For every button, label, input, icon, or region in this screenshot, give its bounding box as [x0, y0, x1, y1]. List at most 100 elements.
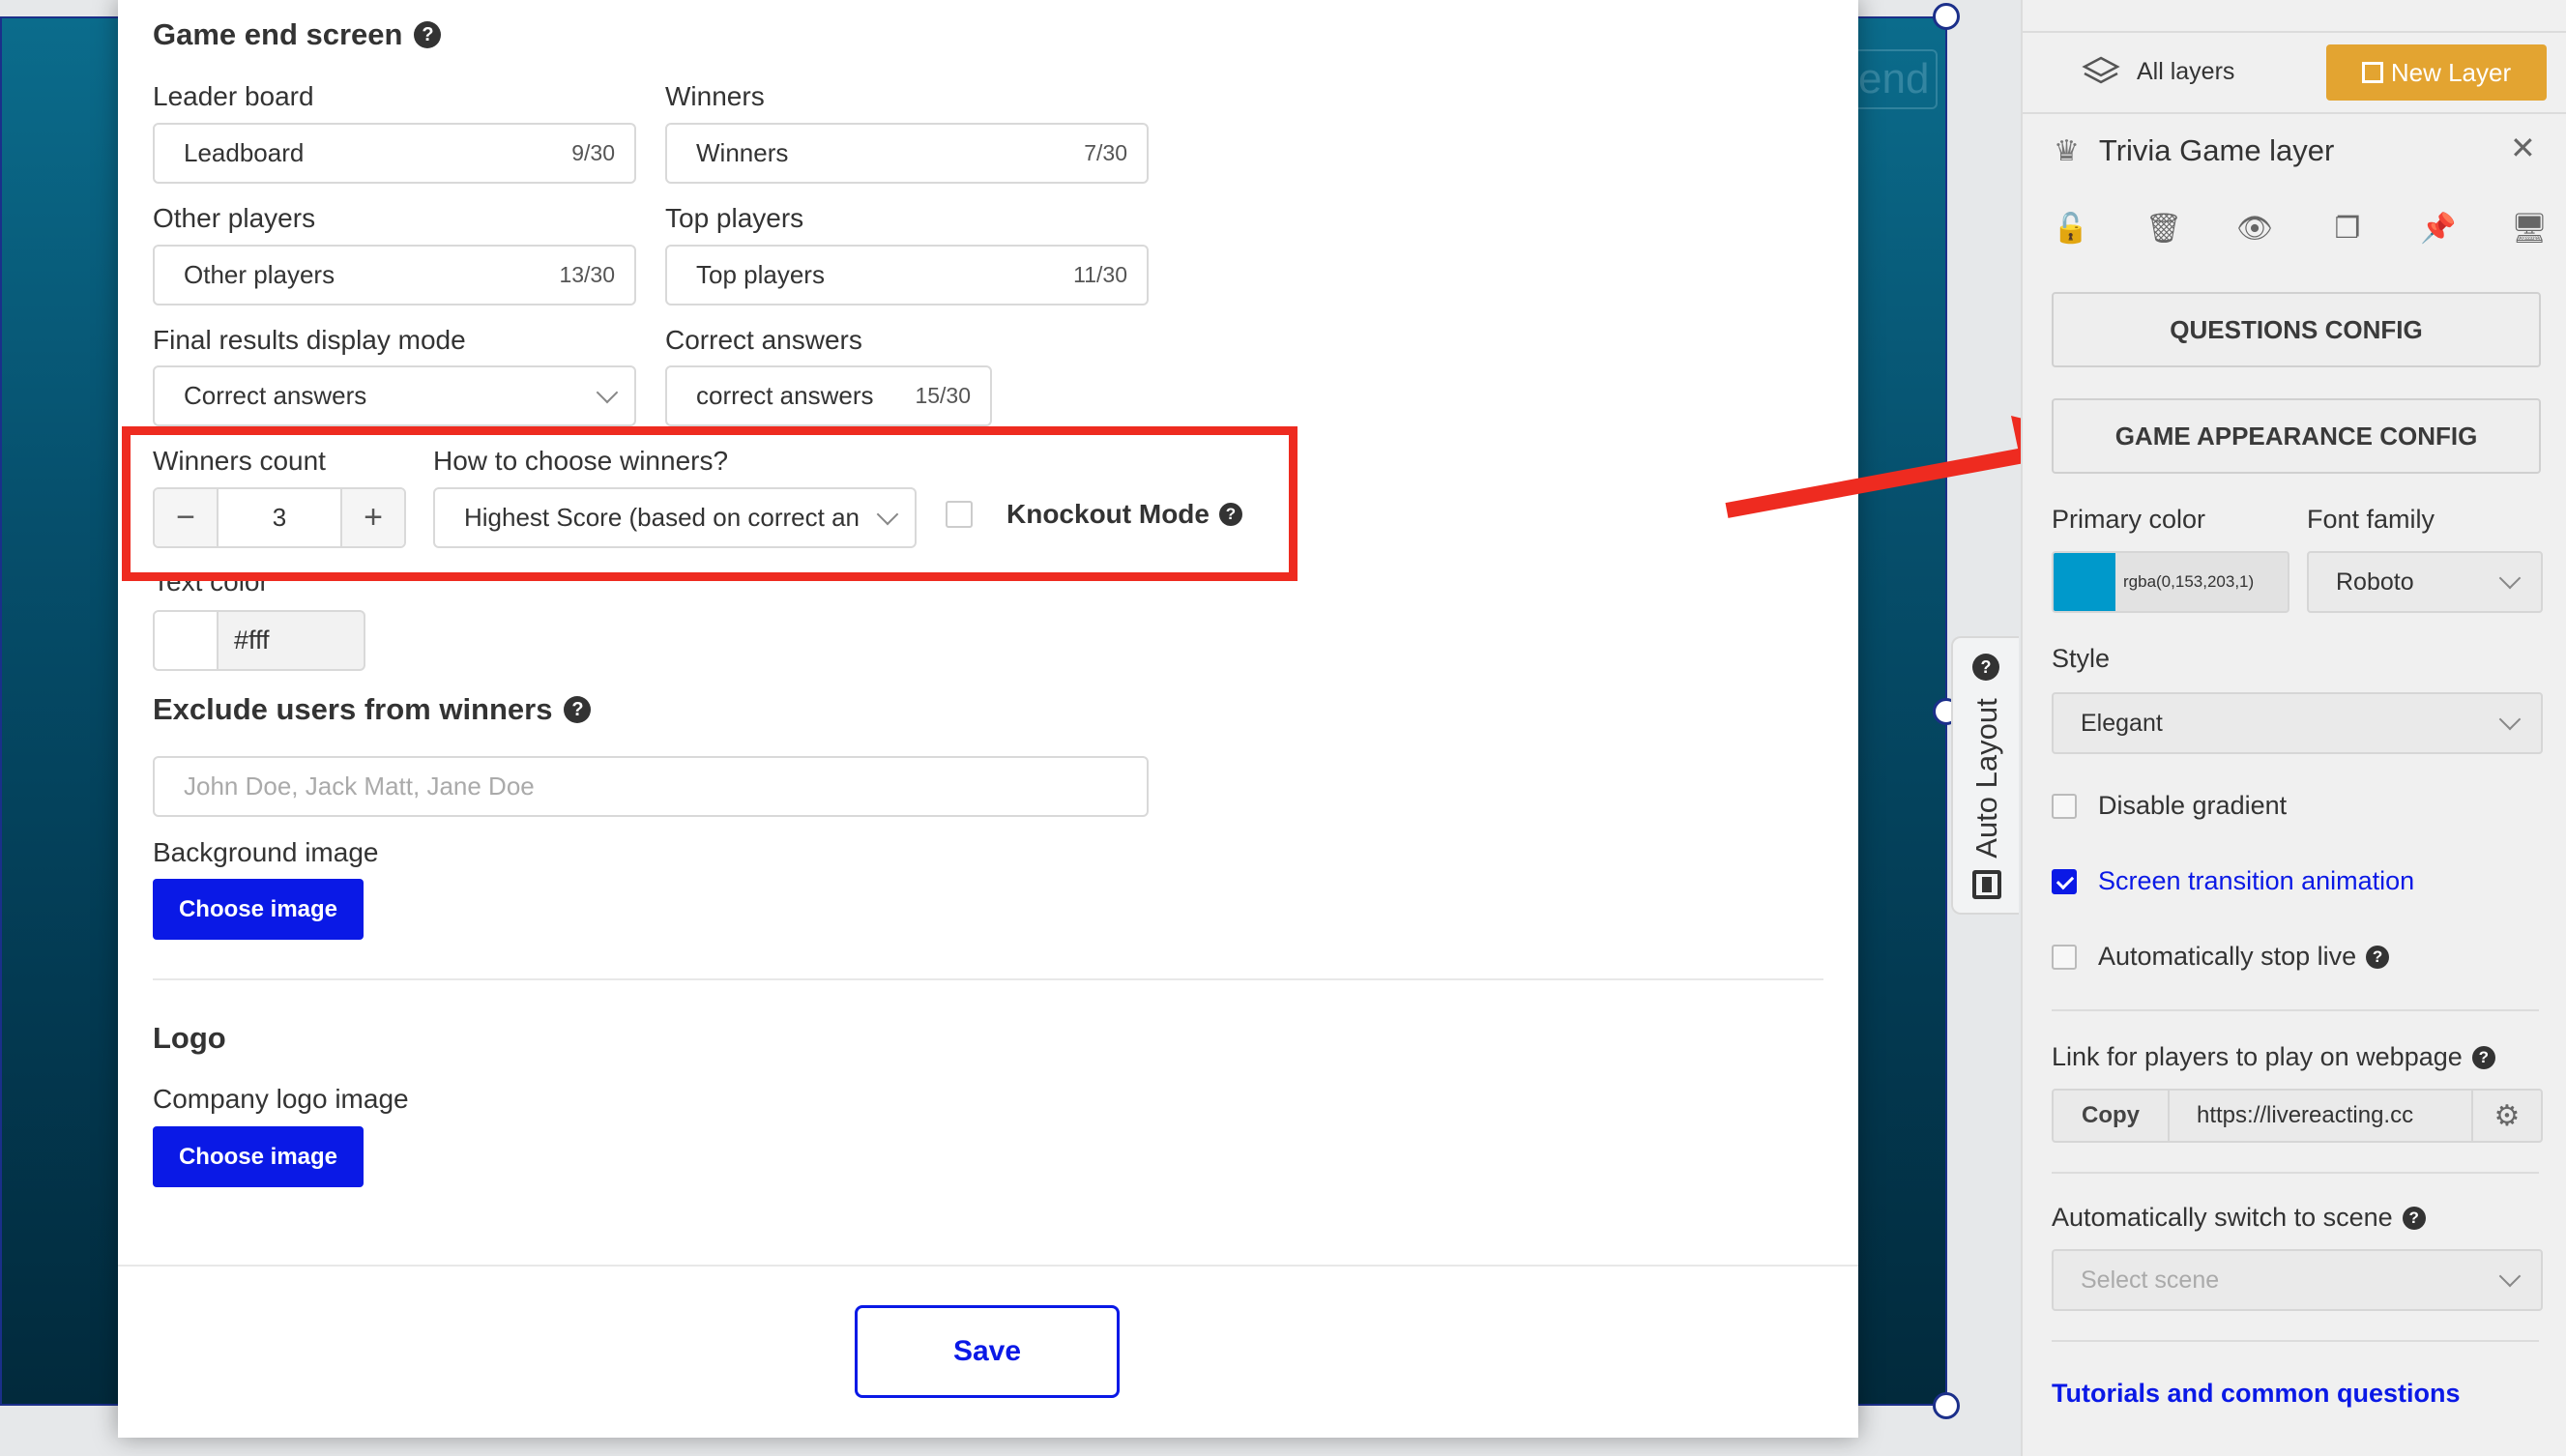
exclude-title-wrap: Exclude users from winners ?	[153, 692, 592, 727]
game-appearance-config-button[interactable]: GAME APPEARANCE CONFIG	[2052, 398, 2541, 474]
chevron-down-icon	[2498, 708, 2522, 731]
layer-header: ♛ Trivia Game layer	[2054, 130, 2334, 172]
screen-transition-option[interactable]: Screen transition animation	[2052, 866, 2414, 896]
section-title: Game end screen	[153, 17, 403, 51]
panel-divider	[2023, 112, 2566, 114]
layer-settings-panel: All layers New Layer ♛ Trivia Game layer…	[2021, 0, 2566, 1456]
logo-title-wrap: Logo	[153, 1021, 226, 1056]
panel-divider	[2052, 1340, 2539, 1342]
copy-icon[interactable]: ❐	[2330, 211, 2365, 246]
company-logo-label: Company logo image	[153, 1084, 409, 1114]
chevron-down-icon	[2498, 567, 2522, 590]
leaderboard-label: Leader board	[153, 81, 314, 111]
layers-icon	[2082, 56, 2120, 84]
new-layer-button[interactable]: New Layer	[2326, 44, 2547, 101]
winners-input[interactable]: Winners 7/30	[665, 123, 1149, 184]
help-icon[interactable]: ?	[2366, 945, 2390, 969]
eye-icon[interactable]: 👁	[2236, 211, 2273, 246]
copy-link-button[interactable]: Copy	[2054, 1091, 2170, 1141]
style-value: Elegant	[2081, 709, 2163, 737]
other-players-input[interactable]: Other players 13/30	[153, 245, 636, 306]
help-icon[interactable]: ?	[564, 696, 592, 723]
primary-color-value: rgba(0,153,203,1)	[2123, 572, 2255, 591]
canvas-text-element[interactable]: end	[1849, 49, 1938, 109]
disable-gradient-checkbox[interactable]	[2052, 793, 2077, 819]
correct-answers-label: Correct answers	[665, 325, 862, 355]
divider	[153, 978, 1823, 980]
scene-select[interactable]: Select scene	[2052, 1249, 2543, 1311]
exclude-users-input[interactable]: John Doe, Jack Matt, Jane Doe	[153, 756, 1149, 817]
footer-divider	[118, 1265, 1858, 1267]
leaderboard-input[interactable]: Leadboard 9/30	[153, 123, 636, 184]
disable-gradient-label: Disable gradient	[2098, 791, 2288, 820]
auto-layout-tab[interactable]: Auto Layout ?	[1951, 636, 2019, 915]
background-image-label: Background image	[153, 837, 379, 867]
all-layers-tab[interactable]: All layers	[2081, 43, 2234, 101]
player-link-label: Link for players to play on webpage	[2052, 1042, 2463, 1071]
help-icon[interactable]: ?	[2471, 1045, 2495, 1069]
choose-background-button[interactable]: Choose image	[153, 879, 364, 940]
screen-transition-checkbox[interactable]	[2052, 868, 2077, 894]
questions-config-button[interactable]: QUESTIONS CONFIG	[2052, 292, 2541, 367]
font-family-select[interactable]: Roboto	[2307, 551, 2543, 613]
other-players-value: Other players	[184, 260, 335, 289]
font-family-value: Roboto	[2336, 568, 2414, 596]
exclude-users-placeholder: John Doe, Jack Matt, Jane Doe	[184, 772, 535, 801]
auto-layout-help-icon[interactable]: ?	[1972, 654, 1999, 681]
tutorials-link[interactable]: Tutorials and common questions	[2052, 1379, 2461, 1409]
choose-logo-button[interactable]: Choose image	[153, 1126, 364, 1187]
exclude-title: Exclude users from winners	[153, 692, 553, 726]
top-players-input[interactable]: Top players 11/30	[665, 245, 1149, 306]
layout-grid-icon	[1972, 870, 2001, 899]
top-players-value: Top players	[696, 260, 825, 289]
correct-answers-input[interactable]: correct answers 15/30	[665, 365, 992, 426]
gear-icon[interactable]: ⚙	[2471, 1091, 2541, 1141]
top-players-label: Top players	[665, 203, 804, 233]
game-end-screen-modal: Game end screen ? Leader board Leadboard…	[118, 0, 1858, 1438]
text-color-swatch[interactable]	[155, 612, 219, 669]
final-results-value: Correct answers	[184, 381, 367, 410]
player-link-url[interactable]: https://livereacting.cc	[2170, 1091, 2471, 1141]
winners-label: Winners	[665, 81, 765, 111]
trash-icon[interactable]: 🗑	[2145, 211, 2182, 246]
help-icon[interactable]: ?	[2402, 1206, 2426, 1230]
auto-switch-label-wrap: Automatically switch to scene ?	[2052, 1203, 2426, 1233]
auto-stop-live-option[interactable]: Automatically stop live ?	[2052, 942, 2390, 972]
chevron-down-icon	[2498, 1265, 2522, 1288]
player-link-group: Copy https://livereacting.cc ⚙	[2052, 1089, 2543, 1143]
unlock-icon[interactable]: 🔓	[2053, 211, 2088, 246]
final-results-select[interactable]: Correct answers	[153, 365, 636, 426]
primary-color-swatch[interactable]	[2054, 553, 2115, 611]
highlight-box	[122, 426, 1298, 581]
primary-color-picker[interactable]: rgba(0,153,203,1)	[2052, 551, 2289, 613]
disable-gradient-option[interactable]: Disable gradient	[2052, 791, 2287, 821]
auto-layout-label-wrap: Auto Layout	[1957, 667, 2017, 889]
pin-icon[interactable]: 📌	[2420, 211, 2456, 246]
winners-counter: 7/30	[1084, 140, 1127, 165]
auto-stop-live-checkbox[interactable]	[2052, 944, 2077, 970]
font-family-label: Font family	[2307, 505, 2435, 534]
leaderboard-counter: 9/30	[571, 140, 615, 165]
auto-switch-label: Automatically switch to scene	[2052, 1203, 2393, 1232]
panel-divider	[2052, 1009, 2539, 1011]
save-button[interactable]: Save	[855, 1305, 1120, 1398]
other-players-label: Other players	[153, 203, 316, 233]
correct-answers-value: correct answers	[696, 381, 874, 410]
new-layer-label: New Layer	[2390, 57, 2512, 87]
logo-title: Logo	[153, 1021, 226, 1055]
help-icon[interactable]: ?	[414, 21, 442, 48]
correct-answers-counter: 15/30	[915, 383, 971, 408]
resize-handle-top-right[interactable]	[1933, 3, 1960, 30]
auto-layout-label: Auto Layout	[1969, 698, 2003, 859]
resize-handle-bottom-right[interactable]	[1933, 1392, 1960, 1419]
devices-icon[interactable]: 🖥	[2511, 211, 2548, 246]
panel-top-strip	[2023, 0, 2566, 33]
close-icon[interactable]: ✕	[2510, 130, 2536, 166]
section-title-wrap: Game end screen ?	[153, 17, 442, 52]
winners-value: Winners	[696, 138, 789, 167]
chevron-down-icon	[596, 381, 619, 403]
leaderboard-value: Leadboard	[184, 138, 305, 167]
style-select[interactable]: Elegant	[2052, 692, 2543, 754]
text-color-picker[interactable]: #fff	[153, 610, 365, 671]
text-color-value: #fff	[234, 626, 270, 655]
